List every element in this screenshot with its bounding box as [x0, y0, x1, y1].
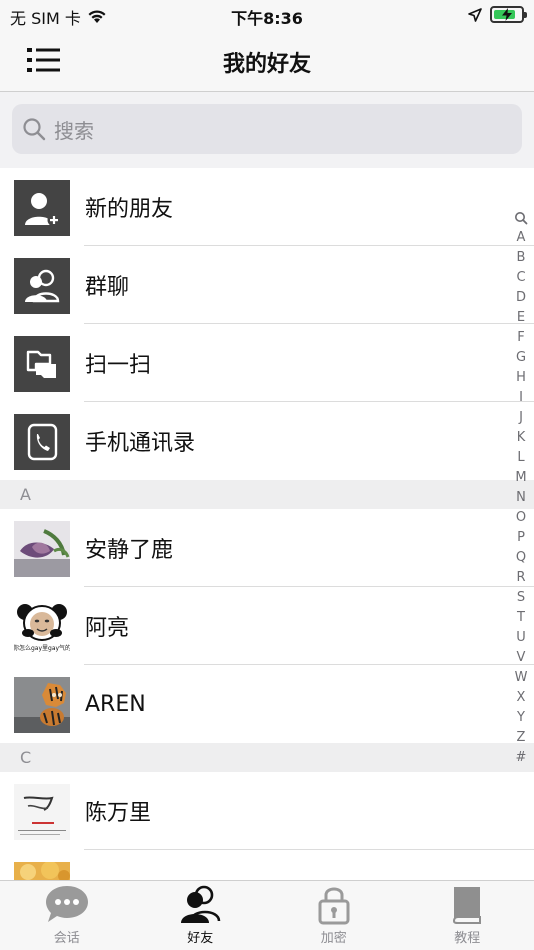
row-label: 扫一扫 [85, 353, 152, 378]
index-letter[interactable]: # [515, 748, 528, 768]
scan-icon [14, 336, 70, 392]
index-letter[interactable]: U [515, 628, 528, 648]
index-letter[interactable]: G [515, 348, 528, 368]
contact-name: 安静了鹿 [85, 538, 174, 563]
row-label: 群聊 [85, 275, 130, 300]
index-letter[interactable]: Q [515, 548, 528, 568]
tab-label: 好友 [187, 931, 214, 946]
contact-row[interactable]: AREN [0, 665, 534, 743]
contact-row[interactable]: 你怎么gay里gay气的 阿亮 [0, 587, 534, 665]
index-letters: A B C D E F G H I J K L M N O P Q R S T U V W X Y Z # [515, 228, 528, 768]
index-letter[interactable]: T [515, 608, 528, 628]
index-letter[interactable]: C [515, 268, 528, 288]
contact-avatar [14, 677, 70, 733]
group-chat-icon [14, 258, 70, 314]
section-index-bar[interactable]: A B C D E F G H I J K L M N O P Q R S T U V W X Y Z # [512, 208, 530, 768]
index-letter[interactable]: F [515, 328, 528, 348]
contact-avatar: 你怎么gay里gay气的 [14, 599, 70, 655]
page-title: 我的好友 [222, 52, 311, 77]
lock-icon [318, 887, 350, 925]
index-letter[interactable]: I [515, 388, 528, 408]
index-letter[interactable]: M [515, 468, 528, 488]
location-arrow-icon [468, 7, 482, 22]
index-letter[interactable]: S [515, 588, 528, 608]
contact-avatar [14, 862, 70, 880]
index-letter[interactable]: P [515, 528, 528, 548]
phone-contacts-row[interactable]: 手机通讯录 [0, 402, 534, 480]
tab-label: 加密 [320, 931, 347, 946]
index-letter[interactable]: O [515, 508, 528, 528]
scan-row[interactable]: 扫一扫 [0, 324, 534, 402]
index-letter[interactable]: J [515, 408, 528, 428]
friend-list[interactable]: 新的朋友 群聊 扫一扫 手机通讯录 A 安静了鹿 你怎么gay里gay气的 阿亮… [0, 168, 534, 880]
search-input[interactable]: 搜索 [12, 104, 522, 154]
tab-label: 会话 [53, 931, 80, 946]
index-letter[interactable]: N [515, 488, 528, 508]
index-letter[interactable]: Z [515, 728, 528, 748]
index-letter[interactable]: E [515, 308, 528, 328]
row-label: 手机通讯录 [85, 431, 196, 456]
index-letter[interactable]: B [515, 248, 528, 268]
status-time: 下午8:36 [231, 9, 303, 28]
contact-row[interactable] [0, 850, 534, 880]
battery-icon [490, 6, 527, 23]
avatar-caption: 你怎么gay里gay气的 [14, 644, 70, 652]
index-letter[interactable]: D [515, 288, 528, 308]
contact-avatar [14, 521, 70, 577]
search-area: 搜索 [0, 92, 534, 168]
phone-contacts-icon [14, 414, 70, 470]
search-icon [23, 118, 46, 141]
section-header-c: C [0, 743, 534, 772]
index-letter[interactable]: Y [515, 708, 528, 728]
index-letter[interactable]: V [515, 648, 528, 668]
index-letter[interactable]: W [515, 668, 528, 688]
contact-row[interactable]: 陈万里 [0, 772, 534, 850]
friends-icon [181, 885, 221, 923]
section-header-a: A [0, 480, 534, 509]
chat-bubble-icon [45, 886, 88, 922]
tab-chats[interactable]: 会话 [0, 881, 134, 950]
index-letter[interactable]: K [515, 428, 528, 448]
book-icon [453, 887, 482, 924]
charging-bolt-icon [502, 8, 512, 21]
tab-label: 教程 [454, 931, 481, 946]
row-label: 新的朋友 [85, 197, 174, 222]
contact-avatar [14, 784, 70, 840]
contact-name: 阿亮 [85, 616, 130, 641]
tab-encryption[interactable]: 加密 [267, 881, 401, 950]
index-search-icon[interactable] [514, 208, 528, 228]
contact-name: AREN [85, 691, 146, 717]
status-bar: 无 SIM 卡 下午8:36 [0, 0, 534, 30]
index-letter[interactable]: L [515, 448, 528, 468]
index-letter[interactable]: R [515, 568, 528, 588]
index-letter[interactable]: X [515, 688, 528, 708]
new-friends-row[interactable]: 新的朋友 [0, 168, 534, 246]
search-placeholder: 搜索 [54, 118, 94, 143]
group-chat-row[interactable]: 群聊 [0, 246, 534, 324]
tab-bar: 会话 好友 加密 教程 [0, 880, 534, 950]
contact-row[interactable]: 安静了鹿 [0, 509, 534, 587]
contact-name: 陈万里 [85, 801, 152, 826]
navigation-bar: 我的好友 [0, 30, 534, 92]
tab-friends[interactable]: 好友 [134, 881, 268, 950]
index-letter[interactable]: A [515, 228, 528, 248]
tab-tutorial[interactable]: 教程 [401, 881, 534, 950]
index-letter[interactable]: H [515, 368, 528, 388]
add-friend-icon [14, 180, 70, 236]
